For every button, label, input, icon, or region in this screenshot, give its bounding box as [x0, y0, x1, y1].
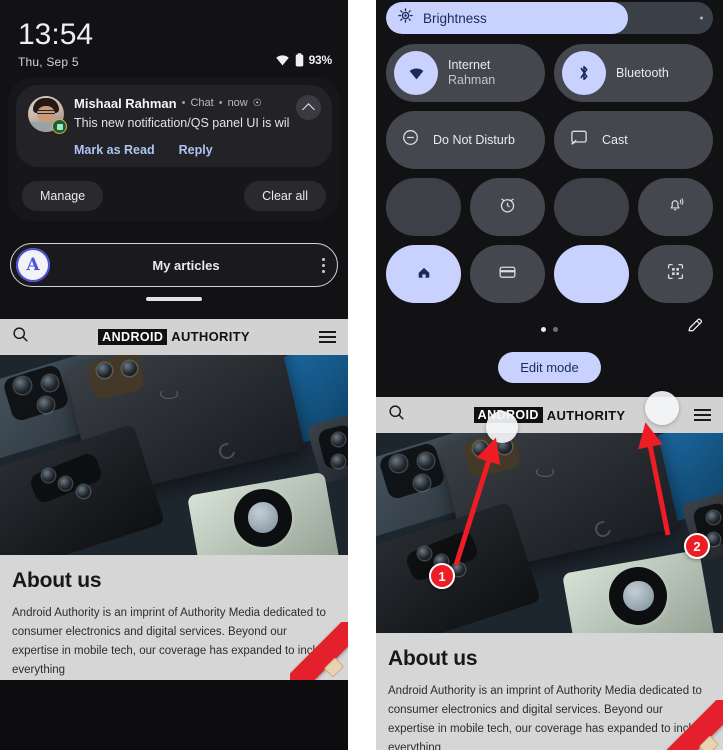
qs-wide-tiles-row-2: Do Not Disturb Cast [386, 111, 713, 169]
notification-separator-2: • [218, 97, 223, 109]
site-logo-part2: AUTHORITY [171, 329, 250, 344]
annotation-badge-2: 2 [684, 533, 710, 559]
browser-view-left: ANDROID AUTHORITY About us Android Autho… [0, 318, 348, 680]
about-title: About us [12, 568, 102, 592]
qs-footer [386, 312, 713, 346]
qs-tile-bluetooth-label: Bluetooth [616, 66, 669, 80]
notification-expand-button[interactable] [296, 95, 321, 120]
pencil-icon[interactable] [686, 316, 705, 340]
notification-channel: Chat [190, 97, 214, 109]
qs-tile-cast-label: Cast [602, 133, 628, 147]
notification-time: now [227, 97, 248, 109]
about-body: Android Authority is an imprint of Autho… [388, 685, 711, 750]
search-icon[interactable] [12, 326, 29, 348]
qs-page-indicator[interactable] [541, 326, 558, 332]
about-section-right: About us Android Authority is an imprint… [376, 633, 723, 750]
browser-top-bar: ANDROID AUTHORITY [0, 318, 348, 355]
qr-scanner-icon [666, 262, 685, 286]
brightness-icon [398, 8, 413, 28]
clear-all-button[interactable]: Clear all [244, 181, 326, 211]
cast-icon [570, 130, 588, 151]
edit-mode-button[interactable]: Edit mode [498, 352, 601, 383]
about-body: Android Authority is an imprint of Autho… [12, 606, 335, 676]
site-logo-part1: ANDROID [98, 328, 168, 345]
quick-settings-shade: Brightness Internet Rahman Bluetooth Do … [376, 0, 723, 397]
notification-sender: Mishaal Rahman [74, 96, 177, 111]
qs-wide-tiles-row-1: Internet Rahman Bluetooth [386, 44, 713, 102]
bug-icon: ☉ [252, 98, 262, 109]
search-icon[interactable] [388, 404, 405, 426]
qs-small-tiles-row-2 [386, 245, 713, 303]
bubble-bar[interactable]: A My articles [10, 243, 338, 287]
qs-tile-qr-scanner[interactable] [638, 245, 713, 303]
right-screenshot-panel: Brightness Internet Rahman Bluetooth Do … [376, 0, 723, 750]
qs-tile-bluetooth[interactable]: Bluetooth [554, 44, 713, 102]
qs-tile-blank-3[interactable] [554, 245, 629, 303]
annotation-badge-1: 1 [429, 563, 455, 589]
status-bar-icons: 93% [275, 53, 332, 67]
do-not-disturb-icon [402, 129, 419, 151]
right-drag-handle[interactable] [645, 391, 679, 425]
qs-tile-cast[interactable]: Cast [554, 111, 713, 169]
left-screenshot-panel: 13:54 Thu, Sep 5 93% Mishaal Rahman • Ch… [0, 0, 348, 750]
bluetooth-icon [562, 51, 606, 95]
notification-action-mark-as-read[interactable]: Mark as Read [74, 143, 155, 157]
qs-tile-blank-1[interactable] [386, 178, 461, 236]
bubble-label: My articles [152, 257, 220, 273]
bell-ring-icon [666, 195, 685, 219]
hamburger-menu-icon[interactable] [693, 409, 711, 421]
shade-drag-handle[interactable] [146, 297, 202, 301]
bubble-bar-zone: A My articles [0, 221, 348, 311]
site-logo: ANDROID AUTHORITY [98, 328, 250, 345]
wifi-icon [394, 51, 438, 95]
app-badge-icon [52, 119, 67, 134]
manage-button[interactable]: Manage [22, 181, 104, 211]
site-logo-part2: AUTHORITY [546, 407, 626, 423]
qs-tile-wallet[interactable] [470, 245, 545, 303]
qs-tile-blank-2[interactable] [554, 178, 629, 236]
hero-image-phones [0, 354, 348, 555]
quick-settings-panel: Brightness Internet Rahman Bluetooth Do … [376, 2, 723, 397]
kebab-menu-icon[interactable] [322, 257, 325, 273]
notification-action-reply[interactable]: Reply [179, 143, 213, 157]
browser-view-right: ANDROID AUTHORITY [376, 397, 723, 750]
notification-card[interactable]: Mishaal Rahman • Chat • now ☉ This new n… [16, 85, 332, 167]
alarm-icon [498, 195, 517, 219]
qs-tile-internet-sublabel: Rahman [448, 73, 496, 87]
clock-time: 13:54 [18, 18, 94, 51]
hero-image-phones-right [376, 433, 723, 633]
wallet-icon [498, 264, 517, 285]
qs-tile-internet-label: Internet [448, 58, 491, 72]
notification-group: Mishaal Rahman • Chat • now ☉ This new n… [8, 77, 340, 221]
lockscreen-clock-area: 13:54 Thu, Sep 5 93% [0, 0, 348, 77]
wifi-icon [275, 54, 290, 66]
brightness-label: Brightness [423, 10, 487, 26]
bubble-app-letter: A [26, 254, 40, 275]
qs-tile-do-not-disturb[interactable]: Do Not Disturb [386, 111, 545, 169]
chevron-up-icon [302, 102, 315, 116]
brightness-slider[interactable]: Brightness [386, 2, 713, 34]
notification-separator-1: • [181, 97, 186, 109]
hamburger-menu-icon[interactable] [318, 330, 336, 343]
about-section-left: About us Android Authority is an imprint… [0, 554, 348, 680]
left-drag-handle[interactable] [486, 411, 518, 443]
qs-tile-ring-vibrate[interactable] [638, 178, 713, 236]
notification-footer: Manage Clear all [22, 181, 326, 211]
home-icon [415, 263, 433, 286]
qs-tile-internet[interactable]: Internet Rahman [386, 44, 545, 102]
brightness-end-dot [700, 16, 703, 20]
battery-icon [295, 53, 304, 67]
qs-tile-do-not-disturb-label: Do Not Disturb [433, 133, 515, 147]
battery-percent: 93% [308, 53, 333, 67]
qs-tile-home[interactable] [386, 245, 461, 303]
edit-mode-row: Edit mode [386, 346, 713, 397]
qs-small-tiles-row-1 [386, 178, 713, 236]
bubble-app-icon[interactable]: A [16, 248, 50, 282]
qs-tile-alarm[interactable] [470, 178, 545, 236]
about-title: About us [388, 647, 478, 670]
notification-message: This new notification/QS panel UI is wil… [74, 116, 290, 130]
notification-shade: 13:54 Thu, Sep 5 93% Mishaal Rahman • Ch… [0, 0, 348, 319]
screenshot-root: 13:54 Thu, Sep 5 93% Mishaal Rahman • Ch… [0, 0, 723, 750]
avatar [28, 96, 67, 134]
